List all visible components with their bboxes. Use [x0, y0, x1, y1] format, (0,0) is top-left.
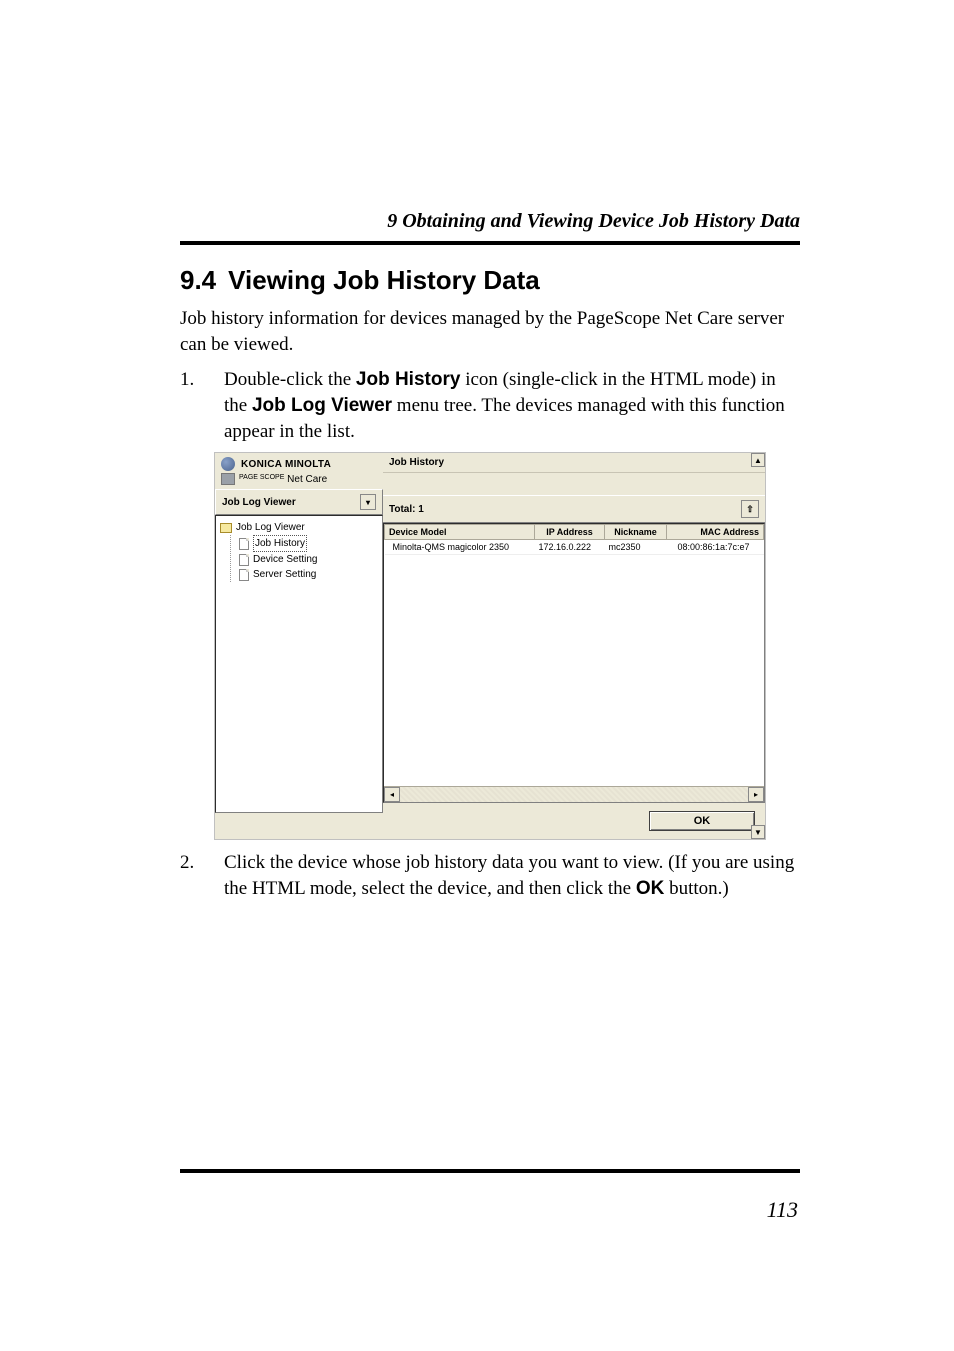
step-body: Double-click the Job History icon (singl…: [224, 367, 800, 444]
subbrand-icon: [221, 473, 235, 485]
step-text: Double-click the: [224, 369, 356, 390]
section-title-text: Viewing Job History Data: [228, 265, 540, 295]
app-body: KONICA MINOLTA PAGE SCOPE Net Care Job L…: [215, 453, 765, 839]
tree-children: Job History Device Setting Server Settin…: [230, 535, 378, 582]
right-panel: Job History Total: 1 ⇧: [383, 453, 765, 839]
tree-item-label: Job History: [253, 535, 307, 552]
device-table: Device Model IP Address Nickname MAC Add…: [384, 524, 764, 555]
screenshot-figure: ▲ KONICA MINOLTA PAGE SCOPE Net Care: [180, 452, 800, 840]
scroll-track[interactable]: [400, 787, 748, 802]
step-number: 1.: [180, 367, 224, 444]
page-icon: [239, 569, 249, 581]
cell-mac-address: 08:00:86:1a:7c:e7: [667, 540, 764, 555]
bold-job-history: Job History: [356, 369, 461, 390]
col-device-model[interactable]: Device Model: [385, 525, 535, 540]
up-level-button[interactable]: ⇧: [741, 500, 759, 518]
folder-icon: [220, 523, 232, 533]
page-icon: [239, 554, 249, 566]
scroll-down-button[interactable]: ▼: [751, 825, 765, 839]
table-row[interactable]: Minolta-QMS magicolor 2350 172.16.0.222 …: [385, 540, 764, 555]
subbrand-small: PAGE SCOPE: [239, 474, 284, 481]
app-window: ▲ KONICA MINOLTA PAGE SCOPE Net Care: [214, 452, 766, 840]
scroll-up-button[interactable]: ▲: [751, 453, 765, 467]
tree-item-device-setting[interactable]: Device Setting: [239, 552, 378, 567]
intro-paragraph: Job history information for devices mana…: [180, 306, 800, 357]
section-heading: 9.4 Viewing Job History Data: [180, 265, 800, 296]
subbrand-row: PAGE SCOPE Net Care: [215, 473, 383, 489]
subbrand-main: Net Care: [287, 474, 327, 485]
total-label: Total: 1: [389, 504, 424, 515]
grid-empty-area: [384, 555, 764, 786]
chevron-down-icon: ▾: [360, 494, 376, 510]
col-ip-address[interactable]: IP Address: [535, 525, 605, 540]
step-text: button.): [664, 878, 728, 899]
panel-title: Job History: [383, 453, 765, 473]
rule-bottom: [180, 1169, 800, 1173]
cell-device-model: Minolta-QMS magicolor 2350: [385, 540, 535, 555]
device-grid: Device Model IP Address Nickname MAC Add…: [383, 523, 765, 803]
tree-item-label: Device Setting: [253, 552, 317, 567]
nav-tree: Job Log Viewer Job History Device Settin…: [215, 515, 383, 813]
content-column: 9 Obtaining and Viewing Device Job Histo…: [180, 210, 800, 909]
step-body: Click the device whose job history data …: [224, 850, 800, 901]
horizontal-scrollbar[interactable]: ◂ ▸: [384, 786, 764, 802]
tree-root-label: Job Log Viewer: [236, 520, 305, 535]
page-number: 113: [767, 1197, 798, 1223]
col-nickname[interactable]: Nickname: [605, 525, 667, 540]
page: 9 Obtaining and Viewing Device Job Histo…: [0, 0, 954, 1351]
section-number: 9.4: [180, 265, 216, 296]
menu-dropdown[interactable]: Job Log Viewer ▾: [215, 489, 383, 515]
tree-item-job-history[interactable]: Job History: [239, 535, 378, 552]
tree-root[interactable]: Job Log Viewer: [220, 520, 378, 535]
step-number: 2.: [180, 850, 224, 901]
rule-top: [180, 241, 800, 245]
step-list: 1. Double-click the Job History icon (si…: [180, 367, 800, 444]
button-row: OK: [383, 803, 765, 839]
step-2: 2. Click the device whose job history da…: [180, 850, 800, 901]
bold-ok: OK: [636, 878, 665, 899]
cell-nickname: mc2350: [605, 540, 667, 555]
bold-job-log-viewer: Job Log Viewer: [252, 395, 392, 416]
total-row: Total: 1 ⇧: [383, 495, 765, 523]
ok-button[interactable]: OK: [649, 811, 755, 831]
page-icon: [239, 538, 249, 550]
table-header-row: Device Model IP Address Nickname MAC Add…: [385, 525, 764, 540]
menu-dropdown-label: Job Log Viewer: [222, 497, 296, 508]
left-panel: KONICA MINOLTA PAGE SCOPE Net Care Job L…: [215, 453, 383, 839]
subbrand-text: PAGE SCOPE Net Care: [239, 474, 327, 485]
tree-item-label: Server Setting: [253, 567, 316, 582]
step-1: 1. Double-click the Job History icon (si…: [180, 367, 800, 444]
scroll-left-button[interactable]: ◂: [384, 787, 400, 802]
running-head: 9 Obtaining and Viewing Device Job Histo…: [180, 210, 800, 233]
scroll-right-button[interactable]: ▸: [748, 787, 764, 802]
cell-ip-address: 172.16.0.222: [535, 540, 605, 555]
panel-gap: [383, 473, 765, 495]
brand-logo-icon: [221, 457, 235, 471]
step-list-2: 2. Click the device whose job history da…: [180, 850, 800, 901]
col-mac-address[interactable]: MAC Address: [667, 525, 764, 540]
brand-text: KONICA MINOLTA: [241, 459, 331, 470]
brand-row: KONICA MINOLTA: [215, 453, 383, 473]
tree-item-server-setting[interactable]: Server Setting: [239, 567, 378, 582]
